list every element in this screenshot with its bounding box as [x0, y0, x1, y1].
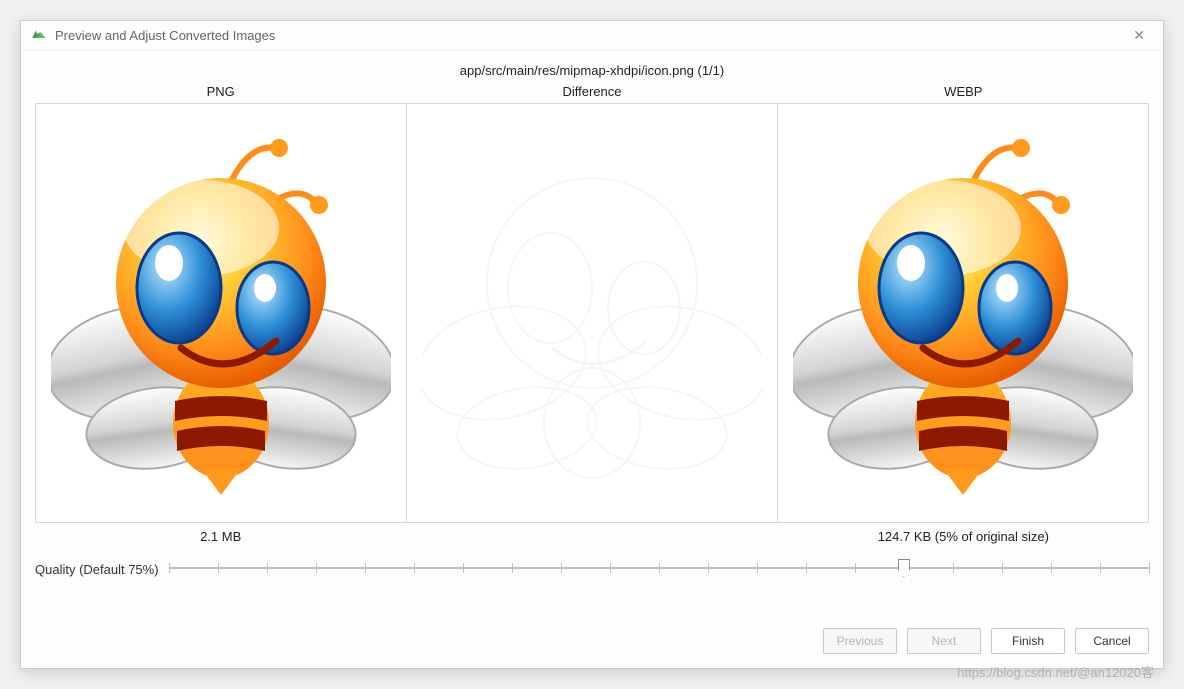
header-difference: Difference: [406, 84, 777, 103]
android-studio-icon: [31, 28, 47, 43]
sizes-row: 2.1 MB 124.7 KB (5% of original size): [35, 523, 1149, 550]
previous-button: Previous: [823, 628, 897, 654]
cancel-button[interactable]: Cancel: [1075, 628, 1149, 654]
dialog-window: Preview and Adjust Converted Images ✕ ap…: [20, 20, 1164, 669]
content-area: app/src/main/res/mipmap-xhdpi/icon.png (…: [21, 51, 1163, 622]
preview-png: [35, 103, 407, 523]
bee-image-png: [51, 123, 391, 503]
close-icon[interactable]: ✕: [1125, 23, 1153, 48]
preview-row: [35, 103, 1149, 523]
preview-difference: [407, 103, 778, 523]
size-diff-empty: [406, 529, 777, 544]
quality-row: Quality (Default 75%): [35, 550, 1149, 592]
bee-image-diff: [422, 123, 762, 503]
quality-label: Quality (Default 75%): [35, 562, 169, 577]
size-converted: 124.7 KB (5% of original size): [778, 529, 1149, 544]
header-webp: WEBP: [778, 84, 1149, 103]
titlebar: Preview and Adjust Converted Images ✕: [21, 21, 1163, 51]
finish-button[interactable]: Finish: [991, 628, 1065, 654]
watermark-text: https://blog.csdn.net/@an12020客: [957, 662, 1154, 681]
slider-thumb-icon[interactable]: [898, 559, 910, 577]
preview-webp: [778, 103, 1149, 523]
quality-slider[interactable]: [169, 556, 1149, 582]
next-button: Next: [907, 628, 981, 654]
size-original: 2.1 MB: [35, 529, 406, 544]
column-headers: PNG Difference WEBP: [35, 84, 1149, 103]
file-path: app/src/main/res/mipmap-xhdpi/icon.png (…: [35, 59, 1149, 84]
bee-image-webp: [793, 123, 1133, 503]
window-title: Preview and Adjust Converted Images: [55, 28, 275, 43]
header-png: PNG: [35, 84, 406, 103]
